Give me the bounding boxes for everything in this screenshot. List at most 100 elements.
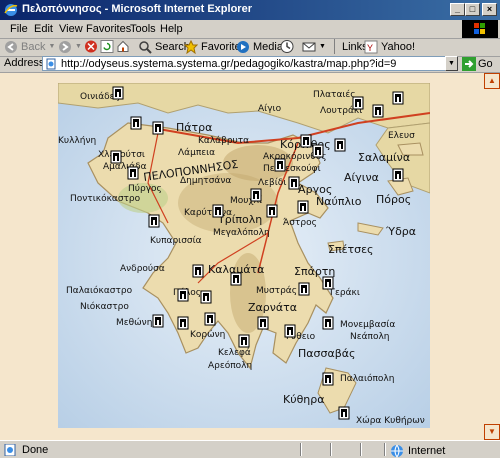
castle-icon[interactable] <box>230 272 242 286</box>
menu-help[interactable]: Help <box>160 23 183 35</box>
castle-icon[interactable] <box>392 91 404 105</box>
menu-edit[interactable]: Edit <box>34 23 53 35</box>
castle-icon[interactable] <box>112 86 124 100</box>
close-button[interactable]: × <box>482 3 497 16</box>
menu-view[interactable]: View <box>59 23 83 35</box>
yahoo-link[interactable]: Y Yahoo! <box>364 39 415 54</box>
castle-icon[interactable] <box>297 200 309 214</box>
map-label-aigina: Αίγινα <box>344 171 379 184</box>
map-label-monemvasia: Μονεμβασία <box>340 320 395 330</box>
castle-icon[interactable] <box>127 166 139 180</box>
mail-button[interactable]: ▼ <box>302 39 326 54</box>
vertical-scrollbar[interactable]: ▲ ▼ <box>484 73 500 440</box>
castle-icon[interactable] <box>298 282 310 296</box>
map-label-palaiopoli: Παλαιόπολη <box>340 373 394 384</box>
mail-icon <box>302 42 316 51</box>
castle-icon[interactable] <box>212 204 224 218</box>
history-icon[interactable] <box>280 39 294 54</box>
address-bar: Address http://odyseus.systema.systema.g… <box>0 56 500 73</box>
map-label-astros: Άστρος <box>283 218 317 228</box>
menu-file[interactable]: File <box>10 23 28 35</box>
castle-icon[interactable] <box>322 372 334 386</box>
map-label-androusa: Ανδρούσα <box>120 263 165 274</box>
map-label-niokastro: Νιόκαστρο <box>80 301 129 312</box>
refresh-icon[interactable] <box>100 39 114 54</box>
scroll-up-icon[interactable]: ▲ <box>484 73 500 89</box>
map-label-neapoli: Νεάπολη <box>350 332 390 342</box>
address-dropdown-icon[interactable]: ▼ <box>445 56 458 71</box>
map-label-poros: Πόρος <box>376 193 411 206</box>
map-label-lamia: Λάμπεια <box>178 148 215 158</box>
forward-dropdown-icon[interactable]: ▼ <box>75 43 82 50</box>
castle-icon[interactable] <box>152 121 164 135</box>
castle-icon[interactable] <box>284 324 296 338</box>
castle-icon[interactable] <box>110 150 122 164</box>
back-dropdown-icon[interactable]: ▼ <box>48 43 55 50</box>
status-divider <box>330 443 332 456</box>
menu-tools[interactable]: Tools <box>130 23 156 35</box>
maximize-button[interactable]: □ <box>465 3 480 16</box>
home-icon[interactable] <box>116 39 130 54</box>
windows-logo-icon <box>462 20 498 38</box>
media-button[interactable]: Media <box>236 39 283 54</box>
castle-icon[interactable] <box>130 116 142 130</box>
forward-button[interactable]: ▼ <box>58 39 82 54</box>
map-label-sparti: Σπάρτη <box>294 265 335 278</box>
castle-icon[interactable] <box>322 316 334 330</box>
map-label-levidi: Λεβίδι <box>258 178 286 188</box>
go-button[interactable]: Go <box>462 57 493 71</box>
map-label-palaiokastro: Παλαιόκαστρο <box>66 285 133 296</box>
map-label-killini: Κυλλήνη <box>58 136 96 146</box>
address-url[interactable]: http://odyseus.systema.systema.gr/pedago… <box>61 58 396 70</box>
castle-icon[interactable] <box>334 138 346 152</box>
security-zone-label: Internet <box>408 445 446 457</box>
castle-icon[interactable] <box>274 158 286 172</box>
map-label-chora-kythiron: Χώρα Κυθήρων <box>356 415 425 426</box>
castle-icon[interactable] <box>266 204 278 218</box>
castle-icon[interactable] <box>392 168 404 182</box>
map-label-kalavryta: Καλάβρυτα <box>198 136 249 146</box>
stop-icon[interactable] <box>84 39 98 54</box>
castle-icon[interactable] <box>372 104 384 118</box>
castle-icon[interactable] <box>192 264 204 278</box>
castle-icon[interactable] <box>200 290 212 304</box>
favorites-star-icon <box>184 39 198 54</box>
search-icon <box>139 40 152 54</box>
mail-dropdown-icon[interactable]: ▼ <box>319 43 326 50</box>
castle-icon[interactable] <box>204 312 216 326</box>
search-button[interactable]: Search <box>138 39 190 54</box>
castle-icon[interactable] <box>250 188 262 202</box>
yahoo-label: Yahoo! <box>381 40 416 53</box>
castle-icon[interactable] <box>300 134 312 148</box>
internet-explorer-icon <box>4 4 18 16</box>
menu-favorites[interactable]: Favorites <box>86 23 131 35</box>
castle-icon[interactable] <box>238 334 250 348</box>
castle-icon[interactable] <box>322 276 334 290</box>
back-button[interactable]: Back ▼ <box>4 39 55 54</box>
map-label-dimitsana: Δημητσάνα <box>180 176 231 186</box>
minimize-button[interactable]: _ <box>450 3 465 16</box>
castle-icon[interactable] <box>338 406 350 420</box>
map-label-passavas: Πασσαβάς <box>298 347 355 360</box>
castle-icon[interactable] <box>288 176 300 190</box>
media-label: Media <box>253 40 283 53</box>
castle-icon[interactable] <box>312 144 324 158</box>
castle-icon[interactable] <box>352 96 364 110</box>
map-label-ydra: Ύδρα <box>385 225 416 238</box>
castle-icon[interactable] <box>152 314 164 328</box>
scroll-down-icon[interactable]: ▼ <box>484 424 500 440</box>
map-label-megalopoli: Μεγαλόπολη <box>213 227 270 238</box>
go-label: Go <box>478 58 493 70</box>
castle-icon[interactable] <box>148 214 160 228</box>
castle-icon[interactable] <box>257 316 269 330</box>
peloponnese-map[interactable]: Οινιάδες Πλαταιές Ελευσ Πάτρα Καλάβρυτα … <box>58 83 430 428</box>
toolbar: Back ▼ ▼ Search Favorites Media ▼ Links … <box>0 38 500 57</box>
back-arrow-icon <box>5 40 17 53</box>
map-label-aigio: Αίγιο <box>258 104 282 114</box>
map-label-pontikokastro: Ποντικόκαστρο <box>70 193 141 204</box>
castle-icon[interactable] <box>177 288 189 302</box>
address-input[interactable]: http://odyseus.systema.systema.gr/pedago… <box>42 56 457 71</box>
page-content: Οινιάδες Πλαταιές Ελευσ Πάτρα Καλάβρυτα … <box>0 73 484 440</box>
castle-icon[interactable] <box>177 316 189 330</box>
map-label-nafplio: Ναύπλιο <box>316 195 362 208</box>
